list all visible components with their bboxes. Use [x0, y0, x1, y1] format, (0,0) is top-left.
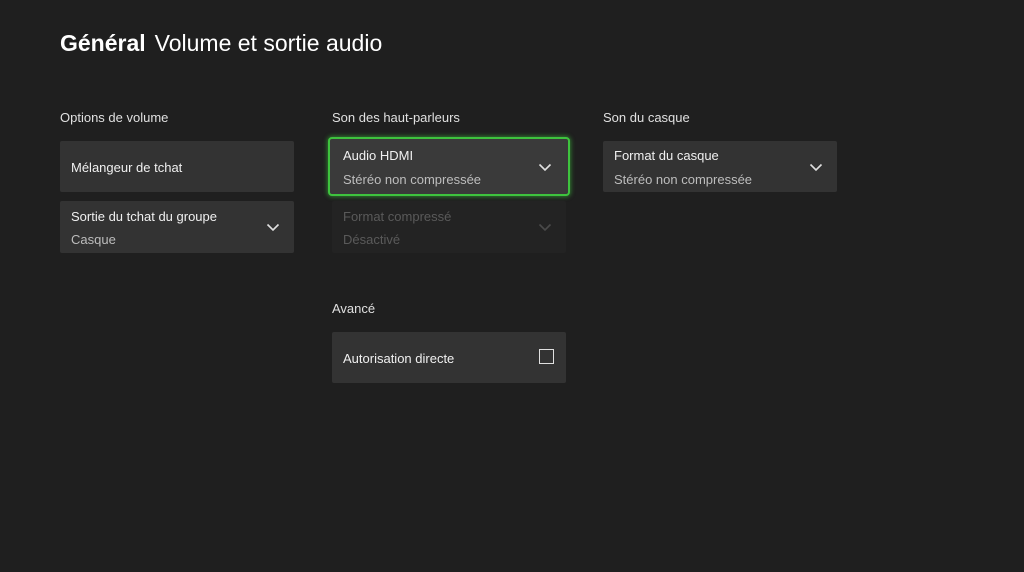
party-chat-output-value: Casque	[71, 232, 116, 247]
hdmi-audio-value: Stéréo non compressée	[343, 172, 482, 187]
compressed-format-dropdown: Format compressé Désactivé	[332, 201, 566, 253]
passthrough-toggle[interactable]: Autorisation directe	[332, 332, 566, 383]
advanced-label: Avancé	[332, 301, 376, 316]
chevron-down-icon	[538, 223, 552, 232]
hdmi-audio-dropdown[interactable]: Audio HDMI Stéréo non compressée	[328, 137, 570, 196]
chat-mixer-label: Mélangeur de tchat	[71, 160, 183, 175]
passthrough-label: Autorisation directe	[343, 351, 455, 366]
compressed-format-value: Désactivé	[343, 232, 401, 247]
checkbox-unchecked-icon[interactable]	[539, 348, 554, 364]
section-title: Général	[60, 30, 146, 56]
settings-screen: Général Volume et sortie audio Options d…	[0, 0, 1024, 572]
page-title: Volume et sortie audio	[154, 30, 383, 56]
speaker-audio-label: Son des haut-parleurs	[332, 110, 460, 125]
page-header: Général Volume et sortie audio	[60, 30, 382, 57]
headset-format-label: Format du casque	[614, 148, 719, 163]
party-chat-output-label: Sortie du tchat du groupe	[71, 209, 217, 224]
volume-options-label: Options de volume	[60, 110, 169, 125]
chevron-down-icon	[538, 163, 552, 171]
headset-format-dropdown[interactable]: Format du casque Stéréo non compressée	[603, 141, 837, 192]
party-chat-output-dropdown[interactable]: Sortie du tchat du groupe Casque	[60, 201, 294, 253]
chat-mixer-button[interactable]: Mélangeur de tchat	[60, 141, 294, 192]
hdmi-audio-label: Audio HDMI	[343, 148, 414, 163]
chevron-down-icon	[809, 163, 823, 171]
compressed-format-label: Format compressé	[343, 209, 452, 224]
chevron-down-icon	[266, 223, 280, 232]
headset-audio-label: Son du casque	[603, 110, 690, 125]
headset-format-value: Stéréo non compressée	[614, 172, 753, 187]
